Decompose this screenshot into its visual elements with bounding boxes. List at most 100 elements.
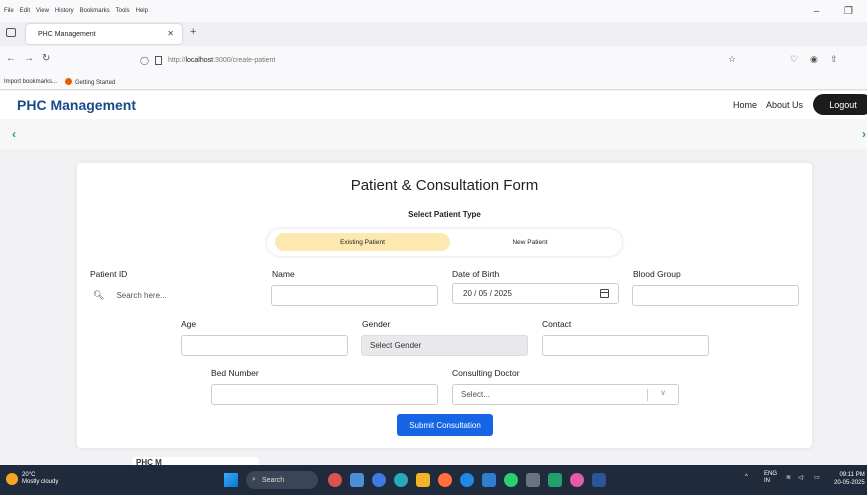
nav-home[interactable]: Home [733,100,757,110]
word-icon[interactable] [592,473,606,487]
taskbar-search-label: Search [261,476,285,484]
bed-number-input[interactable] [211,384,438,405]
tab-bar: PHC Management ✕ + [0,22,867,46]
doctor-placeholder: Select... [461,390,490,399]
page-icon [154,55,162,65]
app-icon[interactable] [504,473,518,487]
contact-input[interactable] [542,335,709,356]
weather-text: Mostly cloudy [22,479,59,485]
restore-icon[interactable]: ❐ [844,6,853,17]
url-host: localhost [185,56,214,64]
bookmark-getting-started[interactable]: Getting Started [65,77,123,86]
tray-chevron-icon[interactable]: ^ [745,474,748,480]
existing-patient-option[interactable]: Existing Patient [275,233,450,251]
consulting-doctor-label: Consulting Doctor [452,368,520,378]
nav-about-us[interactable]: About Us [766,100,803,110]
tab-list-icon[interactable] [6,28,16,37]
extensions-icon[interactable]: ⇧ [830,54,838,65]
language-indicator[interactable]: ENG IN [764,471,777,485]
edge-icon[interactable] [372,473,386,487]
contact-label: Contact [542,319,572,329]
tab-phc-management[interactable]: PHC Management ✕ [26,24,182,44]
taskbar-search[interactable]: ⌕ Search [246,471,318,489]
age-label: Age [181,319,197,329]
reload-icon[interactable]: ↻ [42,53,50,64]
search-icon: ⌕ [252,476,256,483]
menu-edit[interactable]: Edit [20,8,30,14]
temperature: 20°C [22,472,36,478]
name-label: Name [272,269,295,279]
app-page: PHC Management Home About Us Logout ‹ › … [0,91,867,467]
pocket-icon[interactable]: ♡ [790,54,798,65]
logout-button[interactable]: Logout [813,94,867,115]
vscode-icon[interactable] [482,473,496,487]
select-separator [647,389,648,401]
firefox-taskbar-icon[interactable] [438,473,452,487]
url-bar[interactable]: ◯ http://localhost:3000/create-patient [140,51,740,69]
chevron-right-icon[interactable]: › [857,127,867,141]
menu-history[interactable]: History [55,8,74,14]
bookmark-star-icon[interactable]: ☆ [728,54,736,65]
browser-icon[interactable] [460,473,474,487]
back-icon[interactable]: ← [6,53,16,64]
patient-form-card: Patient & Consultation Form Select Patie… [77,163,812,448]
time: 09:11 PM [839,472,865,478]
region: IN [764,478,770,484]
dob-input[interactable]: 20 / 05 / 2025 [452,283,619,304]
browser-menubar: File Edit View History Bookmarks Tools H… [0,0,867,22]
gender-value: Select Gender [370,341,422,350]
calendar-icon[interactable] [600,289,609,298]
gender-select[interactable]: Select Gender [361,335,528,356]
file-explorer-icon[interactable] [350,473,364,487]
gender-label: Gender [362,319,391,329]
account-icon[interactable]: ◉ [810,54,818,65]
age-input[interactable] [181,335,348,356]
new-tab-icon[interactable]: + [190,26,196,38]
menu-help[interactable]: Help [136,8,148,14]
widgets-icon[interactable] [328,473,342,487]
tab-title: PHC Management [38,30,96,38]
git-icon[interactable] [548,473,562,487]
search-placeholder: Search here... [116,291,167,300]
weather-icon [6,473,18,485]
battery-icon[interactable]: ▭ [814,474,820,481]
new-patient-option[interactable]: New Patient [450,233,610,251]
patient-id-label: Patient ID [90,269,128,279]
blood-group-input[interactable] [632,285,799,306]
url-path: :3000/create-patient [213,56,276,64]
carousel-strip: ‹ › [0,119,867,149]
start-icon[interactable] [224,473,238,487]
name-input[interactable] [271,285,438,306]
dob-value: 20 / 05 / 2025 [463,289,512,298]
menu-view[interactable]: View [36,8,49,14]
folder-icon[interactable] [416,473,430,487]
menu-bookmarks[interactable]: Bookmarks [80,8,110,14]
clock[interactable]: 09:11 PM 20-05-2025 [834,471,865,487]
chevron-left-icon[interactable]: ‹ [7,127,21,141]
window-controls: – ❐ [798,6,859,17]
language: ENG [764,471,778,477]
form-title: Patient & Consultation Form [350,177,539,194]
patient-id-search[interactable]: 🔍︎ Search here... [85,285,255,306]
terminal-icon[interactable] [526,473,540,487]
menu-tools[interactable]: Tools [116,8,130,14]
search-icon: 🔍︎ [93,290,105,300]
blood-group-label: Blood Group [633,269,681,279]
bookmark-import[interactable]: Import bookmarks... [4,79,57,85]
close-tab-icon[interactable]: ✕ [167,29,174,38]
date: 20-05-2025 [834,480,865,486]
volume-icon[interactable]: ◁ᐧ [798,474,804,481]
wifi-icon[interactable]: ≋ [786,474,791,481]
minimize-icon[interactable]: – [814,6,820,17]
forward-icon[interactable]: → [24,53,34,64]
nav-bar: ← → ↻ ◯ http://localhost:3000/create-pat… [0,46,867,74]
submit-consultation-button[interactable]: Submit Consultation [397,414,493,436]
chevron-down-icon[interactable]: ∨ [660,388,666,397]
brand-title[interactable]: PHC Management [17,97,136,113]
menu-file[interactable]: File [4,8,14,14]
app-header: PHC Management Home About Us Logout [0,91,867,119]
bed-number-label: Bed Number [211,368,259,378]
chrome-icon[interactable] [394,473,408,487]
design-icon[interactable] [570,473,584,487]
consulting-doctor-select[interactable]: Select... ∨ [452,384,679,405]
